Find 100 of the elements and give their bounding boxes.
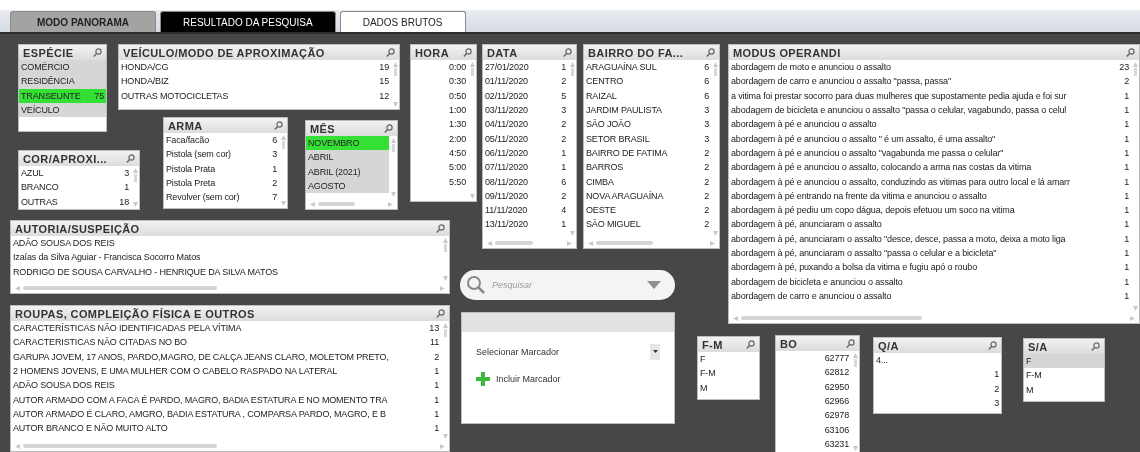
list-item[interactable]: abordagem de moto e anunciou o assalto 23 (729, 60, 1131, 75)
list-item[interactable]: 62966 (776, 393, 851, 409)
scroll-left-icon[interactable] (487, 240, 492, 246)
list-item[interactable]: 03/11/2020 3 (483, 102, 568, 118)
search-icon[interactable] (988, 341, 997, 350)
list-item[interactable]: 5:50 (411, 174, 468, 189)
list-item[interactable]: abordagem de bicicleta e anunciou o assalto 1 (729, 274, 1131, 289)
vertical-scrollbar[interactable] (131, 166, 139, 209)
scroll-up-icon[interactable] (712, 62, 718, 67)
list-item[interactable]: 06/11/2020 1 (483, 145, 568, 161)
vertical-scrollbar[interactable] (468, 60, 476, 201)
list-item[interactable]: abordagem à pé, anunciaram o assalto 1 (729, 217, 1131, 232)
list-item[interactable]: F-M (698, 366, 759, 381)
list-item[interactable]: 13/11/2020 1 (483, 217, 568, 232)
list-item[interactable]: Pistola Prata 1 (164, 161, 279, 176)
list-item[interactable]: 62777 (776, 351, 851, 366)
scroll-up-icon[interactable] (392, 62, 398, 67)
list-item[interactable]: 01/11/2020 2 (483, 74, 568, 89)
scroll-up-icon[interactable] (442, 323, 448, 328)
vertical-scrollbar[interactable] (391, 60, 399, 109)
list-item[interactable]: 11/11/2020 4 (483, 202, 568, 218)
list-item[interactable]: CENTRO 6 (584, 74, 711, 89)
list-item[interactable]: 02/11/2020 5 (483, 88, 568, 103)
list-item[interactable]: NOVEMBRO (306, 136, 389, 151)
scroll-right-icon[interactable] (567, 240, 572, 246)
list-item[interactable]: abordagem de carro e anunciou o assalto 1 (729, 288, 1131, 304)
list-item[interactable]: 2:00 (411, 131, 468, 146)
vertical-scrollbar[interactable] (711, 60, 719, 238)
list-item[interactable]: abordagem de carro e anunciou o assalto "passa, passa" 2 (729, 74, 1131, 89)
list-item[interactable]: abordagem à pé, anunciaram o assalto "desce, desce, passa a moto, deixa a moto liga 1 (729, 231, 1131, 246)
list-item[interactable]: M (1024, 382, 1104, 397)
list-item[interactable]: CARACTERISTICAS NÃO CITADAS NO BO 11 (11, 335, 441, 350)
scroll-up-icon[interactable] (1132, 62, 1138, 67)
list-item[interactable]: SETOR BRASIL 3 (584, 131, 711, 146)
list-item[interactable]: 27/01/2020 1 (483, 60, 568, 75)
vertical-scrollbar[interactable] (441, 236, 449, 283)
list-item[interactable]: abordagem à pé entrando na frente da vitima e anunciou o assalto 1 (729, 188, 1131, 203)
list-item[interactable]: abordagem à pé e anunciou o assalto, colocando a arma nas costas da vitima 1 (729, 160, 1131, 175)
tab[interactable]: RESULTADO DA PESQUISA (160, 11, 336, 32)
scroll-down-icon[interactable] (1132, 306, 1138, 311)
list-item[interactable]: RAIZAL 6 (584, 88, 711, 103)
list-item[interactable]: a vitima foi prestar socorro para duas mulheres que supostamente pedia ajuda e foi sur 1 (729, 88, 1131, 103)
list-item[interactable]: ADÃO SOUSA DOS REIS 1 (11, 378, 441, 393)
vertical-scrollbar[interactable] (441, 321, 449, 441)
scroll-down-icon[interactable] (392, 102, 398, 107)
scroll-left-icon[interactable] (15, 285, 20, 291)
scroll-down-icon[interactable] (280, 201, 286, 206)
list-item[interactable]: 0:30 (411, 74, 468, 89)
scroll-up-icon[interactable] (852, 353, 858, 358)
list-item[interactable]: AUTOR ARMADO É CLARO, AMGRO, BADIA ESTATURA , COMPARSA PARDO, MAGRO, E B 1 (11, 406, 441, 422)
list-item[interactable]: Faca/facão 6 (164, 133, 279, 148)
search-icon[interactable] (274, 121, 283, 130)
vertical-scrollbar[interactable] (389, 136, 397, 199)
list-item[interactable]: 3 (874, 395, 1001, 411)
list-item[interactable]: OUTRAS MOTOCICLETAS 12 (119, 88, 391, 103)
list-item[interactable]: 4... (874, 353, 1001, 368)
search-icon[interactable] (463, 48, 472, 57)
search-icon[interactable] (126, 154, 135, 163)
list-item[interactable]: 62950 (776, 379, 851, 394)
list-item[interactable]: 1 (874, 367, 1001, 382)
list-item[interactable]: Pistola (sem cor) 3 (164, 147, 279, 162)
list-item[interactable]: AUTOR ARMADO COM A FACA É PARDO, MAGRO, BADIA ESTATURA E NO MOMENTO TRA 1 (11, 392, 441, 407)
list-item[interactable]: abordagem à pé e anunciou o assalto "vagabunda me passa o celular" 1 (729, 145, 1131, 161)
list-item[interactable]: 04/11/2020 2 (483, 117, 568, 132)
scroll-down-icon[interactable] (569, 231, 575, 236)
list-item[interactable]: 1:00 (411, 102, 468, 118)
list-item[interactable]: RODRIGO DE SOUSA CARVALHO - HENRIQUE DA SILVA MATOS (11, 264, 441, 279)
vertical-scrollbar[interactable] (568, 60, 576, 238)
list-item[interactable]: 62978 (776, 408, 851, 423)
list-item[interactable]: 08/11/2020 6 (483, 174, 568, 189)
search-icon[interactable] (1091, 342, 1100, 351)
list-item[interactable]: BARROS 2 (584, 160, 711, 175)
list-item[interactable]: 2 (874, 381, 1001, 396)
list-item[interactable]: CARACTERÍSTICAS NÃO IDENTIFICADAS PELA VÍTIMA 13 (11, 321, 441, 336)
scroll-up-icon[interactable] (442, 238, 448, 243)
scroll-down-icon[interactable] (852, 446, 858, 451)
search-icon[interactable] (436, 224, 445, 233)
list-item[interactable]: 0:50 (411, 88, 468, 103)
list-item[interactable]: AUTOR BRANCO E NÃO MUITO ALTO 1 (11, 421, 441, 436)
list-item[interactable]: abordagem à pé, puxando a bolsa da vitima e fugiu apó o roubo 1 (729, 260, 1131, 275)
list-item[interactable]: BRANCO 1 (19, 180, 131, 195)
list-item[interactable]: F (1024, 354, 1104, 369)
list-item[interactable]: abordagem à pé e anunciou o assalto " é um assalto, é uma assalto" 1 (729, 131, 1131, 146)
list-item[interactable]: ABRIL (306, 150, 389, 165)
list-item[interactable]: OUTRAS 18 (19, 194, 131, 209)
list-item[interactable]: abordagem à pé pediu um copo dágua, depois efetuou um soco na vitima 1 (729, 202, 1131, 218)
tab[interactable]: DADOS BRUTOS (339, 11, 466, 32)
list-item[interactable]: ADÃO SOUSA DOS REIS (11, 236, 441, 251)
list-item[interactable]: F-M (1024, 368, 1104, 383)
list-item[interactable]: 07/11/2020 1 (483, 160, 568, 175)
list-item[interactable]: Izaías da Silva Aguiar - Francisca Socorro Matos (11, 250, 441, 265)
list-item[interactable]: GARUPA JOVEM, 17 ANOS, PARDO,MAGRO, DE CALÇA JEANS CLARO, MOLETOM PRETO, 2 (11, 349, 441, 364)
list-item[interactable]: Revolver (sem cor) 7 (164, 190, 279, 205)
caret-icon[interactable] (647, 281, 661, 289)
list-item[interactable]: 1:30 (411, 117, 468, 132)
scroll-down-icon[interactable] (712, 231, 718, 236)
scroll-up-icon[interactable] (569, 62, 575, 67)
vertical-scrollbar[interactable] (851, 351, 859, 452)
scroll-right-icon[interactable] (710, 240, 715, 246)
list-item[interactable]: HONDA/CG 19 (119, 60, 391, 75)
